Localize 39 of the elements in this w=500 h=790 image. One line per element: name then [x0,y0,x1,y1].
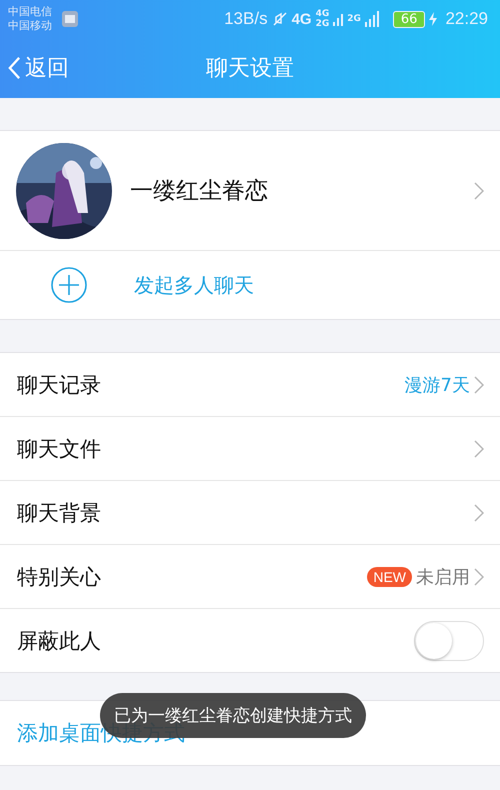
chevron-icon [474,182,484,200]
carrier-name: 中国移动 [8,19,52,33]
row-label: 发起多人聊天 [134,272,254,298]
row-label: 聊天背景 [17,500,101,526]
sim-label: 2G [347,14,361,24]
settings-row[interactable]: 屏蔽此人 [0,609,500,672]
row-label: 特别关心 [17,564,101,590]
battery-indicator: 66 [392,10,426,28]
row-label: 聊天记录 [17,372,101,398]
contact-name: 一缕红尘眷恋 [130,177,269,206]
chevron-icon [474,440,484,458]
carrier-name: 中国电信 [8,5,52,19]
sim-label: 2G [316,19,330,29]
chevron-icon [474,504,484,522]
clock: 22:29 [445,9,488,29]
settings-row[interactable]: 聊天文件 [0,417,500,481]
row-value: 漫游7天 [404,374,470,396]
new-badge: NEW [367,566,412,586]
image-icon [62,11,78,27]
profile-row[interactable]: 一缕红尘眷恋 [0,131,500,251]
settings-row[interactable]: 聊天记录 漫游7天 [0,353,500,417]
back-icon [8,55,21,81]
charging-icon [429,12,438,26]
mute-icon [272,11,288,27]
plus-icon [51,267,87,303]
row-label: 屏蔽此人 [17,628,101,654]
toggle-switch[interactable] [414,620,484,660]
row-label: 聊天文件 [17,436,101,462]
settings-row[interactable]: 聊天背景 [0,481,500,545]
page-title: 聊天设置 [206,55,294,83]
settings-row[interactable]: 特别关心 NEW 未启用 [0,545,500,609]
chevron-icon [474,568,484,586]
network-speed: 13B/s [224,9,268,29]
network-type: 4G [292,10,312,28]
signal-icon [364,11,379,27]
chevron-icon [474,376,484,394]
sim-label: 4G [316,9,330,19]
row-value: 未启用 [416,566,470,588]
signal-icon [333,12,344,26]
